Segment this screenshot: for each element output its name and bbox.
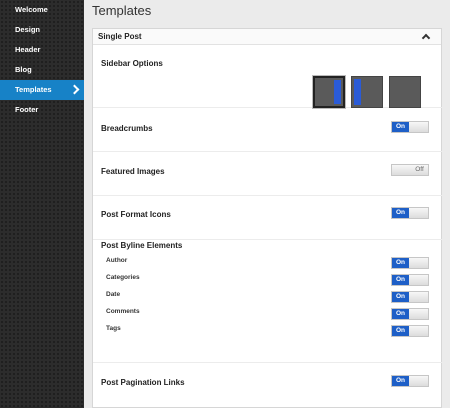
toggle-state: On	[392, 122, 409, 132]
byline-date-label: Date	[106, 291, 121, 298]
byline-author-label: Author	[106, 257, 128, 264]
toggle-state: On	[392, 208, 409, 218]
byline-comments-toggle[interactable]: On	[391, 308, 429, 320]
toggle-state: Off	[415, 166, 424, 173]
sidebar-options-row: Sidebar Options	[93, 46, 443, 108]
sidebar-bar	[354, 79, 361, 105]
sidebar-item-label: Templates	[15, 85, 52, 94]
sidebar-item-templates[interactable]: Templates	[0, 80, 84, 100]
sidebar-options-label: Sidebar Options	[101, 59, 163, 68]
sidebar-item-footer[interactable]: Footer	[0, 100, 84, 120]
featured-images-toggle[interactable]: Off	[391, 164, 429, 176]
byline-tags-toggle[interactable]: On	[391, 325, 429, 337]
post-format-icons-row: Post Format Icons On	[93, 197, 443, 240]
toggle-state: On	[392, 326, 409, 336]
post-format-icons-toggle[interactable]: On	[391, 207, 429, 219]
sidebar-item-welcome[interactable]: Welcome	[0, 0, 84, 20]
sidebar-item-header[interactable]: Header	[0, 40, 84, 60]
post-format-icons-label: Post Format Icons	[101, 210, 171, 219]
main-content: Templates Single Post Sidebar Options Br…	[84, 0, 450, 408]
breadcrumbs-label: Breadcrumbs	[101, 124, 153, 133]
byline-categories-label: Categories	[106, 274, 140, 281]
byline-tags-label: Tags	[106, 325, 121, 332]
breadcrumbs-toggle[interactable]: On	[391, 121, 429, 133]
sidebar-item-design[interactable]: Design	[0, 20, 84, 40]
toggle-state: On	[392, 258, 409, 268]
panel-header[interactable]: Single Post	[93, 29, 441, 45]
toggle-state: On	[392, 292, 409, 302]
panel-title: Single Post	[98, 32, 142, 41]
byline-author-toggle[interactable]: On	[391, 257, 429, 269]
layout-option-left-sidebar[interactable]	[351, 76, 383, 108]
byline-date-toggle[interactable]: On	[391, 291, 429, 303]
toggle-state: On	[392, 376, 409, 386]
post-byline-row: Post Byline Elements Author On Categorie…	[93, 241, 443, 363]
post-pagination-label: Post Pagination Links	[101, 378, 185, 387]
chevron-up-icon[interactable]	[421, 33, 431, 43]
sidebar-bar	[334, 80, 341, 104]
page-title: Templates	[92, 3, 152, 18]
post-byline-label: Post Byline Elements	[101, 241, 183, 250]
post-pagination-toggle[interactable]: On	[391, 375, 429, 387]
toggle-state: On	[392, 309, 409, 319]
sidebar-item-blog[interactable]: Blog	[0, 60, 84, 80]
byline-comments-label: Comments	[106, 308, 140, 315]
breadcrumbs-row: Breadcrumbs On	[93, 109, 443, 152]
layout-option-right-sidebar[interactable]	[313, 76, 345, 108]
layout-option-no-sidebar[interactable]	[389, 76, 421, 108]
toggle-state: On	[392, 275, 409, 285]
chevron-right-icon	[69, 84, 80, 95]
byline-categories-toggle[interactable]: On	[391, 274, 429, 286]
single-post-panel: Single Post Sidebar Options Breadcrumbs …	[92, 28, 443, 408]
featured-images-row: Featured Images Off	[93, 153, 443, 196]
post-pagination-row: Post Pagination Links On	[93, 364, 443, 407]
featured-images-label: Featured Images	[101, 167, 165, 176]
sidebar: Welcome Design Header Blog Templates Foo…	[0, 0, 84, 408]
